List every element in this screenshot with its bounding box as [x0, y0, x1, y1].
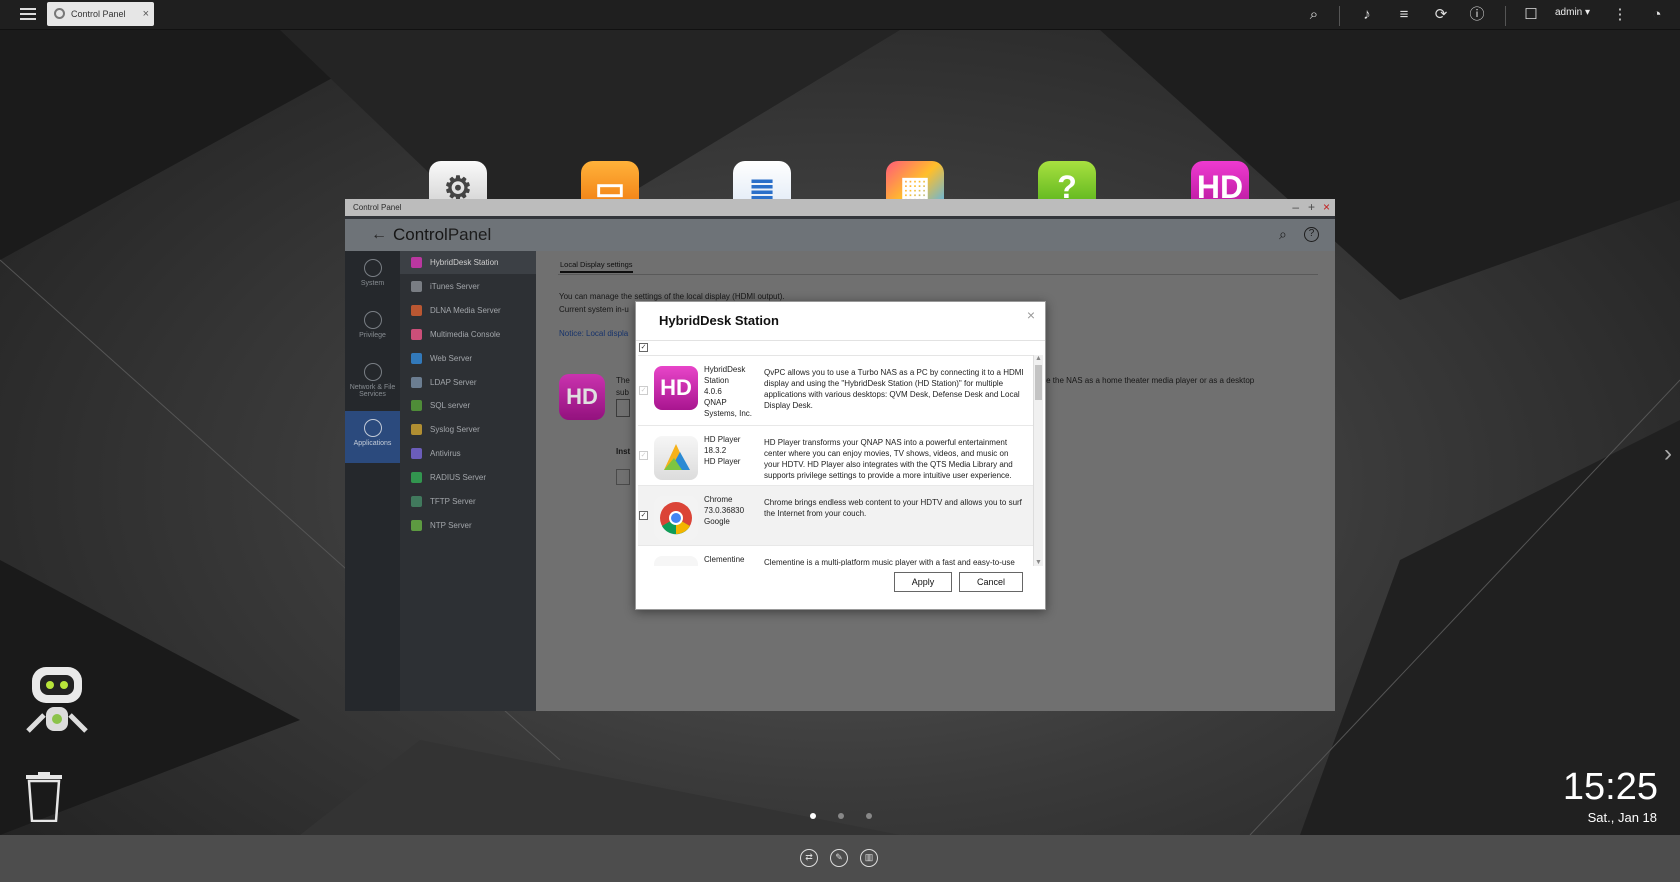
tab-control-panel[interactable]: Control Panel × — [47, 2, 154, 26]
scroll-up-icon[interactable]: ▲ — [1035, 355, 1042, 362]
close-icon[interactable]: × — [1027, 307, 1035, 323]
app-name: Chrome — [704, 495, 733, 504]
next-page-arrow-icon[interactable]: › — [1664, 440, 1672, 468]
clock-time: 15:25 — [1562, 766, 1658, 808]
top-bar: Control Panel × ⌕ ♪ ≡ ⟳ ⓘ ☐ admin ▾ ⋮ ◔ — [0, 0, 1680, 30]
background-tasks-icon[interactable]: ≡ — [1395, 6, 1413, 24]
search-icon[interactable]: ⌕ — [1305, 6, 1323, 24]
app-checkbox: ✓ — [639, 386, 648, 395]
chrome-icon — [654, 496, 698, 540]
app-vendor: Google — [704, 517, 730, 526]
user-menu[interactable]: admin ▾ — [1555, 7, 1590, 18]
more-options-icon[interactable]: ⋮ — [1611, 6, 1629, 24]
tools-icon[interactable]: ✎ — [830, 849, 848, 867]
external-device-icon[interactable]: ⟳ — [1432, 6, 1450, 24]
show-desktop-icon[interactable]: ⇄ — [800, 849, 818, 867]
trash-icon[interactable] — [24, 772, 64, 823]
hybriddesk-station-dialog: HybridDesk Station × ✓ ✓ HD HybridDesk Sta… — [635, 301, 1046, 610]
app-meta: Chrome 73.0.36830 Google — [704, 494, 758, 527]
list-item[interactable]: ✓ Chrome 73.0.36830 Google Chrome brings end… — [638, 486, 1033, 546]
app-version: 18.3.2 — [704, 446, 727, 455]
app-name: HD Player — [704, 435, 741, 444]
dialog-title: HybridDesk Station — [659, 313, 779, 328]
list-item[interactable]: ✓ HD HybridDesk Station 4.0.6 QNAP Systems, … — [638, 356, 1033, 426]
app-meta: HybridDesk Station 4.0.6 QNAP Systems, Inc… — [704, 364, 758, 419]
app-meta: HD Player 18.3.2 HD Player — [704, 434, 758, 467]
apply-button[interactable]: Apply — [894, 572, 952, 592]
list-item[interactable]: ✓ HD Player 18.3.2 HD Player HD Player trans… — [638, 426, 1033, 486]
tab-close-icon[interactable]: × — [143, 2, 149, 26]
page-dot-2[interactable] — [838, 813, 844, 819]
volume-icon[interactable]: ♪ — [1358, 6, 1376, 24]
divider — [636, 340, 1045, 341]
qbot-assistant-icon[interactable] — [22, 665, 92, 750]
app-vendor: HD Player — [704, 457, 741, 466]
page-dot-3[interactable] — [866, 813, 872, 819]
cancel-button[interactable]: Cancel — [959, 572, 1023, 592]
dashboard-icon[interactable]: ◔ — [1648, 6, 1666, 24]
user-avatar-icon[interactable]: ☐ — [1522, 6, 1540, 24]
gear-icon — [54, 8, 65, 19]
hd-station-icon: HD — [654, 366, 698, 410]
app-name: Clementine — [704, 555, 745, 564]
page-dot-1[interactable] — [810, 813, 816, 819]
app-meta: Clementine — [704, 554, 758, 565]
select-all-checkbox[interactable]: ✓ — [639, 343, 648, 352]
app-description: QvPC allows you to use a Turbo NAS as a … — [764, 368, 1024, 410]
scroll-down-icon[interactable]: ▼ — [1035, 559, 1042, 566]
app-vendor: QNAP Systems, Inc. — [704, 398, 753, 418]
app-description: HD Player transforms your QNAP NAS into … — [764, 438, 1013, 480]
divider — [1339, 6, 1340, 26]
main-menu-icon[interactable] — [20, 6, 36, 22]
clock-date: Sat., Jan 18 — [1587, 810, 1657, 825]
app-name: HybridDesk Station — [704, 365, 746, 385]
window-switch-icon[interactable]: ▥ — [860, 849, 878, 867]
app-list: ✓ HD HybridDesk Station 4.0.6 QNAP Systems, … — [638, 355, 1043, 566]
hd-player-icon — [654, 436, 698, 480]
app-description: Chrome brings endless web content to you… — [764, 498, 1022, 518]
event-notification-icon[interactable]: ⓘ — [1468, 6, 1486, 24]
app-version: 4.0.6 — [704, 387, 722, 396]
app-checkbox[interactable]: ✓ — [639, 511, 648, 520]
app-checkbox: ✓ — [639, 451, 648, 460]
app-version: 73.0.36830 — [704, 506, 745, 515]
bottom-dock: ⇄ ✎ ▥ — [0, 835, 1680, 882]
app-description: Clementine is a multi-platform music pla… — [764, 558, 1015, 566]
scrollbar[interactable]: ▲ ▼ — [1033, 355, 1043, 566]
clementine-icon — [654, 556, 698, 566]
tab-label: Control Panel — [71, 9, 126, 19]
list-item[interactable]: Clementine Clementine is a multi-platform… — [638, 546, 1033, 566]
scrollbar-thumb[interactable] — [1035, 365, 1042, 400]
divider — [1505, 6, 1506, 26]
